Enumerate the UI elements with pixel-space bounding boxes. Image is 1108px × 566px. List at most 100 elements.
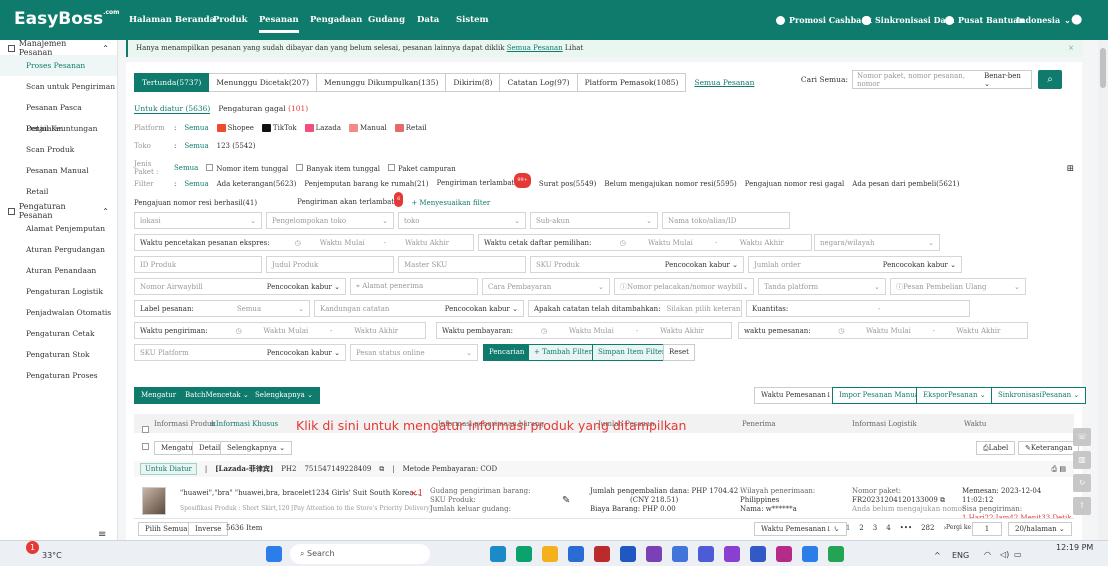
- app-icon[interactable]: [620, 546, 636, 562]
- filter-buyer-message[interactable]: Ada pesan dari pembeli(5621): [852, 177, 959, 192]
- store-select[interactable]: toko ⌄: [398, 212, 526, 229]
- page-last[interactable]: 282: [921, 524, 934, 532]
- online-status-select[interactable]: Pesan status online ⌄: [350, 344, 478, 361]
- footer-sort-select[interactable]: Waktu Pemesanan↓ ⌄: [754, 522, 847, 536]
- delete-icon[interactable]: ▤: [1059, 465, 1066, 473]
- nav-system[interactable]: Sistem: [456, 15, 488, 25]
- sidebar-group-order-management[interactable]: Manajemen Pesanan ⌃: [0, 39, 117, 57]
- filter-has-note[interactable]: Ada keterangan(5623): [217, 177, 297, 192]
- wifi-icon[interactable]: ◠: [984, 550, 991, 559]
- tab-shipped[interactable]: Dikirim(8): [446, 73, 501, 92]
- airwaybill-input[interactable]: Nomor Airwaybill Pencocokan kabur ⌄: [134, 278, 346, 295]
- reset-button[interactable]: Reset: [663, 344, 695, 361]
- page-scrollbar[interactable]: [1098, 40, 1108, 540]
- export-orders-button[interactable]: EksporPesanan ⌄: [916, 387, 993, 404]
- subtab-to-arrange[interactable]: Untuk diatur (5636): [134, 104, 211, 114]
- sidebar-item-print[interactable]: Pengaturan Cetak: [0, 323, 117, 344]
- row-more-button[interactable]: Selengkapnya ⌄: [220, 441, 292, 455]
- store-option[interactable]: 123 (5542): [217, 142, 256, 150]
- app-icon[interactable]: [568, 546, 584, 562]
- pay-time-range[interactable]: Waktu pembayaran: ◷ Waktu Mulai - Waktu Akhi…: [436, 322, 732, 339]
- save-filter-button[interactable]: Simpan Item Filter: [592, 344, 672, 361]
- location-select[interactable]: lokasi ⌄: [134, 212, 262, 229]
- folder-icon[interactable]: [542, 546, 558, 562]
- store-group-select[interactable]: Pengelompokan toko ⌄: [266, 212, 394, 229]
- sidebar-item-manual-orders[interactable]: Pesanan Manual: [0, 160, 117, 181]
- app-icon[interactable]: [698, 546, 714, 562]
- type-mixed[interactable]: Paket campuran: [387, 163, 456, 173]
- taskbar-search[interactable]: ⌕ Search: [290, 544, 430, 564]
- filter-late-shipping[interactable]: Pengiriman terlambat 99+: [437, 173, 531, 192]
- sidebar-item-scan-ship[interactable]: Scan untuk Pengiriman: [0, 76, 117, 97]
- reorder-select[interactable]: ⓘPesan Pembelian Ulang ⌄: [890, 278, 1026, 295]
- app-icon[interactable]: [516, 546, 532, 562]
- volume-icon[interactable]: ◁): [1000, 550, 1009, 559]
- app-icon[interactable]: [646, 546, 662, 562]
- master-sku-input[interactable]: Master SKU: [398, 256, 526, 273]
- tab-pending[interactable]: Tertunda(5737): [134, 73, 210, 92]
- refresh-icon[interactable]: ↻: [1073, 474, 1091, 492]
- battery-icon[interactable]: ▭: [1014, 550, 1022, 559]
- sidebar-item-process[interactable]: Pengaturan Proses: [0, 365, 117, 386]
- region-select[interactable]: negara/wilayah ⌄: [814, 234, 940, 251]
- clock[interactable]: 12:19 PM: [1056, 543, 1093, 552]
- product-thumbnail[interactable]: [142, 487, 166, 515]
- filter-tracking-success[interactable]: Pengajuan nomor resi berhasil(41): [134, 196, 257, 211]
- product-id-input[interactable]: ID Produk: [134, 256, 262, 273]
- platform-all[interactable]: Semua: [184, 124, 208, 132]
- page-4[interactable]: 4: [886, 524, 890, 532]
- select-all-button[interactable]: Pilih Semua: [138, 522, 195, 536]
- back-to-top-icon[interactable]: ↑: [1073, 497, 1091, 515]
- platform-manual[interactable]: Manual: [349, 124, 387, 132]
- subaccount-select[interactable]: Sub-akun ⌄: [530, 212, 658, 229]
- nav-language[interactable]: Indonesia ⌄: [1016, 15, 1071, 25]
- goto-page-input[interactable]: 1: [972, 522, 1002, 536]
- tab-awaiting-pickup[interactable]: Menunggu Dikumpulkan(135): [317, 73, 447, 92]
- type-all[interactable]: Semua: [174, 164, 198, 172]
- sku-product-input[interactable]: SKU Produk Pencocokan kabur ⌄: [530, 256, 744, 273]
- recipient-address-input[interactable]: ⌖ Alamat penerima: [350, 278, 478, 295]
- inverse-button[interactable]: Inverse: [188, 522, 229, 536]
- checkbox[interactable]: [387, 163, 395, 171]
- sidebar-item-process-orders[interactable]: Proses Pesanan: [0, 55, 117, 76]
- app-icon[interactable]: [490, 546, 506, 562]
- platform-lazada[interactable]: Lazada: [304, 124, 341, 132]
- tray-chevron-icon[interactable]: ^: [934, 551, 941, 560]
- nav-help[interactable]: Pusat Bantuan: [945, 15, 1024, 25]
- app-icon[interactable]: [672, 546, 688, 562]
- sidebar-item-profit[interactable]: Detail Keuntungan: [0, 118, 117, 139]
- label-button[interactable]: ⎙Label: [976, 441, 1016, 455]
- row-checkbox[interactable]: [142, 443, 152, 452]
- scroll-thumb[interactable]: [1100, 48, 1106, 88]
- note-button[interactable]: ✎Keterangan: [1018, 441, 1080, 455]
- page-3[interactable]: 3: [873, 524, 877, 532]
- app-icon[interactable]: [750, 546, 766, 562]
- filter-tracking-failed[interactable]: Pengajuan nomor resi gagal: [745, 177, 845, 192]
- arrange-button[interactable]: Mengatur: [134, 387, 184, 404]
- tab-supplier[interactable]: Platform Pemasok(1085): [577, 73, 687, 92]
- sidebar-item-retail[interactable]: Retail: [0, 181, 117, 202]
- store-all[interactable]: Semua: [184, 142, 208, 150]
- picklist-print-time-range[interactable]: Waktu cetak daftar pemilihan: ◷ Waktu Mula…: [478, 234, 812, 251]
- windows-start-icon[interactable]: [266, 546, 282, 562]
- search-button[interactable]: ⌕: [1038, 70, 1062, 89]
- filter-all[interactable]: Semua: [184, 177, 208, 192]
- product-title-input[interactable]: Judul Produk: [266, 256, 394, 273]
- quantity-range[interactable]: Kuantitas: -: [746, 300, 970, 317]
- more-actions-button[interactable]: Selengkapnya ⌄: [248, 387, 320, 404]
- user-icon[interactable]: ●: [1071, 12, 1082, 27]
- payment-method-select[interactable]: Cara Pembayaran ⌄: [482, 278, 610, 295]
- filter-no-tracking[interactable]: Belum mengajukan nomor resi(5595): [604, 177, 736, 192]
- sidebar-item-stock[interactable]: Pengaturan Stok: [0, 344, 117, 365]
- nav-orders[interactable]: Pesanan: [259, 15, 299, 33]
- note-added-select[interactable]: Apakah catatan telah ditambahkan: Silakan…: [528, 300, 742, 317]
- filter-will-be-late[interactable]: Pengiriman akan terlambat 6: [297, 192, 404, 211]
- tab-awaiting-print[interactable]: Menunggu Dicetak(207): [209, 73, 318, 92]
- page-size-select[interactable]: 20/halaman ⌄: [1008, 522, 1072, 536]
- filter-home-pickup[interactable]: Penjemputan barang ke rumah(21): [304, 177, 428, 192]
- sidebar-item-auto-schedule[interactable]: Penjadwalan Otomatis: [0, 302, 117, 323]
- sidebar-item-pickup-address[interactable]: Alamat Penjemputan: [0, 218, 117, 239]
- batch-print-button[interactable]: BatchMencetak ⌄: [178, 387, 256, 404]
- sidebar-item-tag-rules[interactable]: Aturan Penandaan: [0, 260, 117, 281]
- nav-product[interactable]: Produk: [213, 15, 248, 25]
